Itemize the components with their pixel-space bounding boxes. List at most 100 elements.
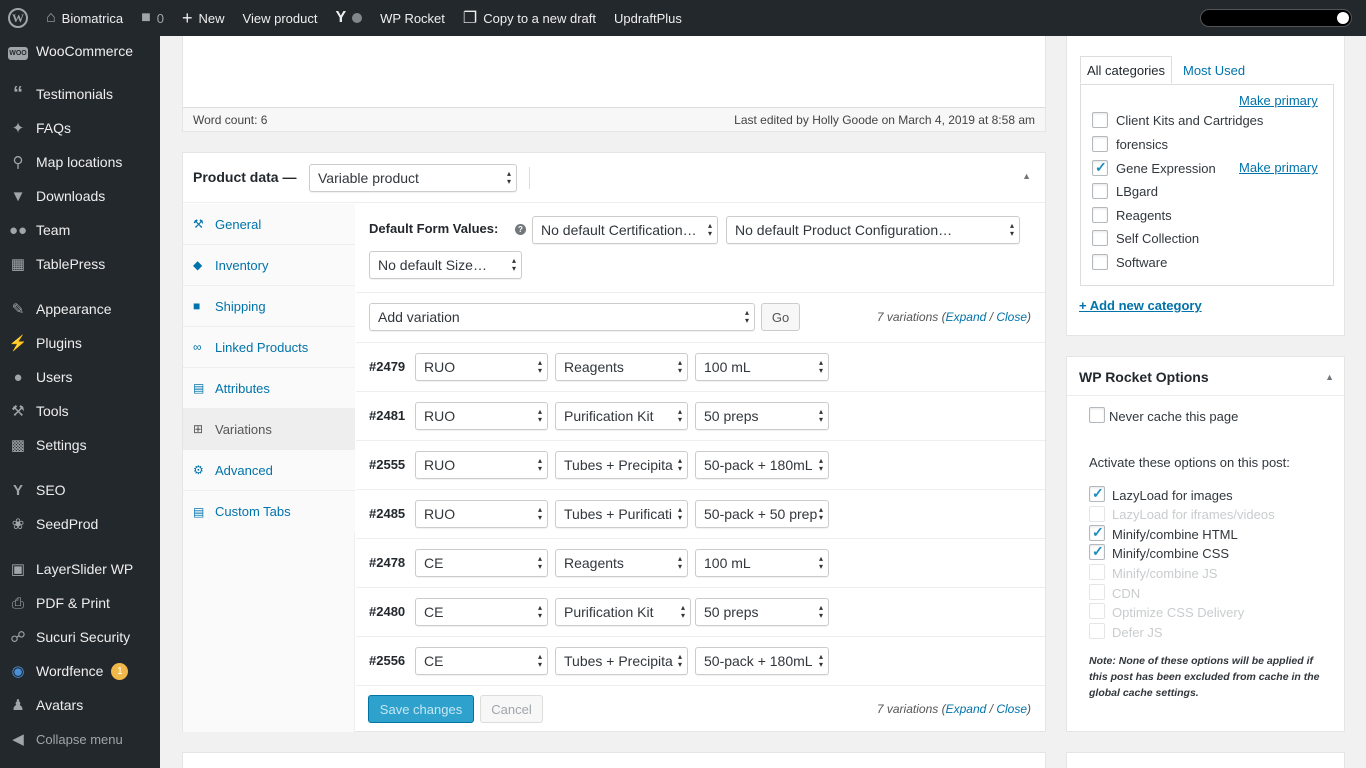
go-button[interactable]: Go bbox=[761, 303, 800, 331]
variation-certification-select[interactable]: RUO bbox=[415, 500, 548, 528]
variation-certification-select[interactable]: RUO bbox=[415, 402, 548, 430]
variation-configuration-select[interactable]: Purification Kit bbox=[555, 402, 688, 430]
variation-configuration-select[interactable]: Purification Kit bbox=[555, 598, 691, 626]
tab-shipping[interactable]: ■ Shipping bbox=[183, 286, 355, 327]
menu-sucuri[interactable]: ☍ Sucuri Security bbox=[0, 622, 160, 652]
variation-size-select[interactable]: 50-pack + 180mL bbox=[695, 647, 829, 675]
variation-size-select[interactable]: 100 mL bbox=[695, 549, 829, 577]
tab-general[interactable]: ⚒ General bbox=[183, 204, 355, 245]
variation-size-select[interactable]: 100 mL bbox=[695, 353, 829, 381]
menu-layerslider[interactable]: ▣ LayerSlider WP bbox=[0, 554, 160, 584]
category-checkbox[interactable] bbox=[1092, 207, 1108, 223]
menu-testimonials[interactable]: “Testimonials bbox=[0, 79, 160, 109]
variation-size-select[interactable]: 50-pack + 180mL bbox=[695, 451, 829, 479]
menu-plugins[interactable]: ⚡ Plugins bbox=[0, 328, 160, 358]
menu-avatars[interactable]: ♟ Avatars bbox=[0, 690, 160, 720]
variation-configuration-select[interactable]: Tubes + Precipita bbox=[555, 451, 688, 479]
help-icon[interactable]: ? bbox=[515, 224, 526, 235]
wp-rocket-menu[interactable]: WP Rocket bbox=[371, 0, 454, 36]
close-all-link[interactable]: Close bbox=[996, 702, 1027, 716]
variation-certification-select[interactable]: CE bbox=[415, 647, 548, 675]
tab-custom-tabs[interactable]: ▤ Custom Tabs bbox=[183, 491, 355, 532]
expand-all-link[interactable]: Expand bbox=[946, 702, 987, 716]
menu-appearance[interactable]: ✎ Appearance bbox=[0, 294, 160, 324]
default-configuration-select[interactable]: No default Product Configuration… bbox=[726, 216, 1020, 244]
menu-seedprod[interactable]: ❀ SeedProd bbox=[0, 509, 160, 539]
menu-downloads[interactable]: ▼ Downloads bbox=[0, 181, 160, 211]
variation-certification-select[interactable]: CE bbox=[415, 549, 548, 577]
variation-configuration-select[interactable]: Tubes + Precipita bbox=[555, 647, 688, 675]
category-label: Client Kits and Cartridges bbox=[1116, 113, 1264, 128]
comments-link[interactable]: ■ 0 bbox=[132, 0, 173, 36]
tab-inventory[interactable]: ◆ Inventory bbox=[183, 245, 355, 286]
menu-team[interactable]: ●● Team bbox=[0, 215, 160, 245]
copy-to-draft-link[interactable]: ❐ Copy to a new draft bbox=[454, 0, 605, 36]
minify-html-checkbox[interactable] bbox=[1089, 524, 1105, 541]
collapse-toggle-icon[interactable]: ▲ bbox=[1022, 171, 1031, 181]
tab-most-used[interactable]: Most Used bbox=[1177, 56, 1251, 84]
product-data-tabs: ⚒ General ◆ Inventory ■ Shipping ∞ Linked Pr… bbox=[183, 204, 355, 732]
grid-icon: ⊞ bbox=[193, 422, 204, 436]
editor-textarea[interactable] bbox=[183, 36, 1045, 108]
product-type-select[interactable]: Variable product bbox=[309, 164, 517, 192]
plugin-icon: ⚡ bbox=[8, 335, 28, 352]
menu-seo[interactable]: Y SEO bbox=[0, 475, 160, 505]
minify-css-checkbox[interactable] bbox=[1089, 543, 1105, 560]
menu-pdf-print[interactable]: ⎙ PDF & Print bbox=[0, 588, 160, 618]
variation-certification-select[interactable]: RUO bbox=[415, 353, 548, 381]
wp-rocket-title: WP Rocket Options bbox=[1079, 369, 1209, 385]
category-label: forensics bbox=[1116, 137, 1169, 152]
settings-icon: ▩ bbox=[10, 437, 26, 454]
add-variation-select[interactable]: Add variation bbox=[369, 303, 755, 331]
category-checkbox[interactable] bbox=[1092, 136, 1108, 152]
cancel-button[interactable]: Cancel bbox=[480, 695, 543, 723]
tab-linked-products[interactable]: ∞ Linked Products bbox=[183, 327, 355, 368]
category-checkbox[interactable] bbox=[1092, 183, 1108, 199]
menu-settings[interactable]: ▩ Settings bbox=[0, 430, 160, 460]
default-certification-select[interactable]: No default Certification… bbox=[532, 216, 718, 244]
updraftplus-menu[interactable]: UpdraftPlus bbox=[605, 0, 691, 36]
close-all-link[interactable]: Close bbox=[996, 310, 1027, 324]
menu-woocommerce[interactable]: WOO WooCommerce bbox=[0, 36, 160, 66]
variation-size-select[interactable]: 50 preps bbox=[695, 402, 829, 430]
make-primary-link[interactable]: Make primary bbox=[1239, 93, 1318, 108]
make-primary-link[interactable]: Make primary bbox=[1239, 160, 1318, 175]
view-product-link[interactable]: View product bbox=[234, 0, 327, 36]
variation-configuration-select[interactable]: Tubes + Purificati bbox=[555, 500, 688, 528]
menu-wordfence[interactable]: ◉ Wordfence 1 bbox=[0, 656, 160, 686]
never-cache-checkbox[interactable] bbox=[1089, 407, 1105, 423]
menu-tablepress[interactable]: ▦ TablePress bbox=[0, 249, 160, 279]
variation-configuration-select[interactable]: Reagents bbox=[555, 353, 688, 381]
menu-map-locations[interactable]: ⚲ Map locations bbox=[0, 147, 160, 177]
variation-certification-select[interactable]: RUO bbox=[415, 451, 548, 479]
expand-all-link[interactable]: Expand bbox=[946, 310, 987, 324]
default-size-select[interactable]: No default Size… bbox=[369, 251, 522, 279]
collapse-menu-button[interactable]: ◀ Collapse menu bbox=[0, 724, 160, 754]
site-name-link[interactable]: ⌂ Biomatrica bbox=[37, 0, 132, 36]
tab-all-categories[interactable]: All categories bbox=[1080, 56, 1173, 84]
category-checkbox[interactable] bbox=[1092, 112, 1108, 128]
add-new-category-link[interactable]: + Add new category bbox=[1079, 298, 1202, 313]
category-checkbox[interactable] bbox=[1092, 254, 1108, 270]
tab-variations[interactable]: ⊞ Variations bbox=[183, 409, 355, 450]
category-checkbox-checked[interactable] bbox=[1092, 159, 1108, 176]
menu-tools[interactable]: ⚒ Tools bbox=[0, 396, 160, 426]
variation-size-select[interactable]: 50 preps bbox=[695, 598, 829, 626]
lazyload-images-checkbox[interactable] bbox=[1089, 485, 1105, 502]
truck-icon: ■ bbox=[193, 299, 201, 313]
yoast-menu[interactable]: Y bbox=[326, 0, 371, 36]
account-menu-redacted[interactable] bbox=[1200, 9, 1352, 27]
variation-size-select[interactable]: 50-pack + 50 prep bbox=[695, 500, 829, 528]
tab-advanced[interactable]: ⚙ Advanced bbox=[183, 450, 355, 491]
collapse-toggle-icon[interactable]: ▲ bbox=[1325, 372, 1334, 382]
category-checkbox[interactable] bbox=[1092, 230, 1108, 246]
menu-faqs[interactable]: ✦ FAQs bbox=[0, 113, 160, 143]
save-changes-button[interactable]: Save changes bbox=[368, 695, 474, 723]
printer-icon: ⎙ bbox=[11, 594, 24, 612]
wp-logo-menu[interactable]: W bbox=[0, 0, 37, 36]
tab-attributes[interactable]: ▤ Attributes bbox=[183, 368, 355, 409]
variation-configuration-select[interactable]: Reagents bbox=[555, 549, 688, 577]
new-content-menu[interactable]: + New bbox=[173, 0, 234, 36]
menu-users[interactable]: ● Users bbox=[0, 362, 160, 392]
variation-certification-select[interactable]: CE bbox=[415, 598, 548, 626]
